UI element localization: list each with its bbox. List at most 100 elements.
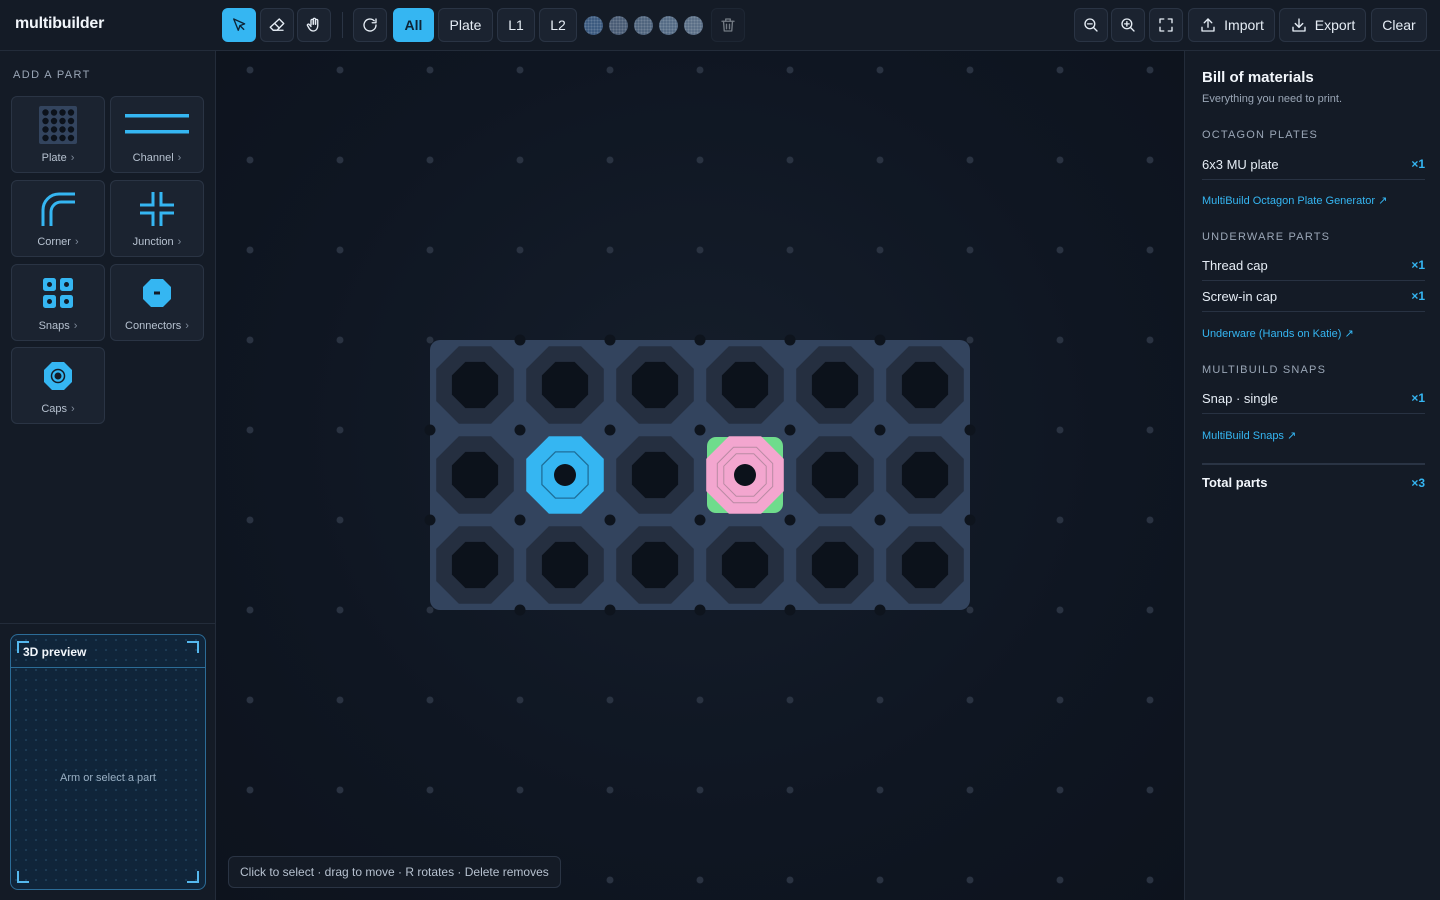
delete-button[interactable] <box>711 8 745 42</box>
bom-source-link[interactable]: MultiBuild Snaps ↗ <box>1202 429 1296 442</box>
chevron-right-icon: › <box>74 236 79 248</box>
bom-item-name: Screw-in cap <box>1202 288 1278 304</box>
plate-hole <box>631 541 679 589</box>
plate-node <box>514 604 526 616</box>
grid-dot <box>246 336 254 344</box>
rotate-button[interactable] <box>353 8 387 42</box>
grid-dot <box>1146 156 1154 164</box>
preview-viewport[interactable]: 3D preview Arm or select a part <box>10 634 206 890</box>
plate-node <box>694 334 706 346</box>
color-swatch[interactable] <box>684 16 703 35</box>
plate-node <box>694 514 706 526</box>
corner-icon <box>41 192 75 226</box>
grid-dot <box>336 426 344 434</box>
part-channel-card[interactable]: Channel › <box>110 96 204 173</box>
color-swatch[interactable] <box>634 16 653 35</box>
grid-dot <box>696 876 704 884</box>
bom-source-link[interactable]: MultiBuild Octagon Plate Generator ↗ <box>1202 194 1387 207</box>
color-swatch[interactable] <box>659 16 678 35</box>
filter-plate-button[interactable]: Plate <box>438 8 493 42</box>
part-connectors-label: Connectors <box>125 320 182 332</box>
cap-icon <box>44 362 72 390</box>
plate-node <box>874 604 886 616</box>
grid-dot <box>1146 66 1154 74</box>
import-button[interactable]: Import <box>1188 8 1275 42</box>
plate-hole <box>901 361 949 409</box>
bom-item-row: Thread cap ×1 <box>1202 250 1425 281</box>
plate-hole <box>901 451 949 499</box>
bom-total-row: Total parts ×3 <box>1202 475 1425 490</box>
grid-dot <box>246 516 254 524</box>
part-plate-card[interactable]: Plate › <box>11 96 105 173</box>
color-swatch[interactable] <box>609 16 628 35</box>
eraser-tool-button[interactable] <box>260 8 294 42</box>
bom-item-row: Snap · single ×1 <box>1202 383 1425 414</box>
grid-dot <box>1056 696 1064 704</box>
plate-hole <box>541 541 589 589</box>
part-junction-card[interactable]: Junction › <box>110 180 204 257</box>
chevron-right-icon: › <box>73 320 78 332</box>
plate-node <box>964 514 976 526</box>
grid-dot <box>246 426 254 434</box>
plate-node <box>604 334 616 346</box>
bom-panel: Bill of materials Everything you need to… <box>1184 51 1440 900</box>
channel-icon <box>125 114 189 134</box>
export-button[interactable]: Export <box>1279 8 1366 42</box>
bom-item-name: Thread cap <box>1202 257 1268 273</box>
plate-hole <box>451 361 499 409</box>
zoom-out-button[interactable] <box>1074 8 1108 42</box>
screw-in-cap[interactable] <box>706 436 784 514</box>
plate-node <box>784 514 796 526</box>
fullscreen-button[interactable] <box>1149 8 1183 42</box>
grid-dot <box>966 156 974 164</box>
part-snaps-card[interactable]: Snaps › <box>11 264 105 341</box>
grid-dot <box>426 696 434 704</box>
part-snaps-label: Snaps <box>38 320 70 332</box>
bom-subtitle: Everything you need to print. <box>1202 93 1343 105</box>
grid-dot <box>516 246 524 254</box>
eraser-icon <box>269 18 285 31</box>
chevron-right-icon: › <box>177 236 182 248</box>
plate-node <box>424 514 436 526</box>
filter-l2-button[interactable]: L2 <box>539 8 577 42</box>
grid-dot <box>516 156 524 164</box>
plate-hole <box>811 361 859 409</box>
plate-node <box>784 334 796 346</box>
clear-button[interactable]: Clear <box>1371 8 1427 42</box>
part-corner-card[interactable]: Corner › <box>11 180 105 257</box>
grid-dot <box>336 516 344 524</box>
snaps-icon <box>43 278 73 308</box>
part-caps-card[interactable]: Caps › <box>11 347 105 424</box>
app-title: multibuilder <box>15 15 105 32</box>
bom-source-link[interactable]: Underware (Hands on Katie) ↗ <box>1202 327 1354 340</box>
plate-node <box>514 334 526 346</box>
zoom-in-button[interactable] <box>1111 8 1145 42</box>
plate-node <box>424 424 436 436</box>
octagon-plate[interactable] <box>424 334 976 616</box>
grid-dot <box>426 66 434 74</box>
plate-hole <box>451 541 499 589</box>
plate-hole <box>811 541 859 589</box>
bom-title: Bill of materials <box>1202 69 1314 86</box>
build-canvas[interactable]: Click to select · drag to move · R rotat… <box>216 51 1184 900</box>
grid-dot <box>246 246 254 254</box>
pan-tool-button[interactable] <box>297 8 331 42</box>
cap-hole <box>734 464 756 486</box>
thread-cap[interactable] <box>526 436 604 514</box>
plate-node <box>874 334 886 346</box>
grid-dot <box>876 696 884 704</box>
grid-dot <box>1056 246 1064 254</box>
part-connectors-card[interactable]: Connectors › <box>110 264 204 341</box>
cap-hole <box>554 464 576 486</box>
grid-dot <box>606 66 614 74</box>
bom-section-heading: UNDERWARE PARTS <box>1202 231 1331 243</box>
grid-dot <box>606 696 614 704</box>
color-swatch[interactable] <box>584 16 603 35</box>
plate-hole <box>901 541 949 589</box>
canvas-drawing[interactable] <box>216 51 1184 900</box>
part-caps-label: Caps <box>41 403 67 415</box>
grid-dot <box>246 606 254 614</box>
filter-all-button[interactable]: All <box>393 8 434 42</box>
select-tool-button[interactable] <box>222 8 256 42</box>
filter-l1-button[interactable]: L1 <box>497 8 535 42</box>
